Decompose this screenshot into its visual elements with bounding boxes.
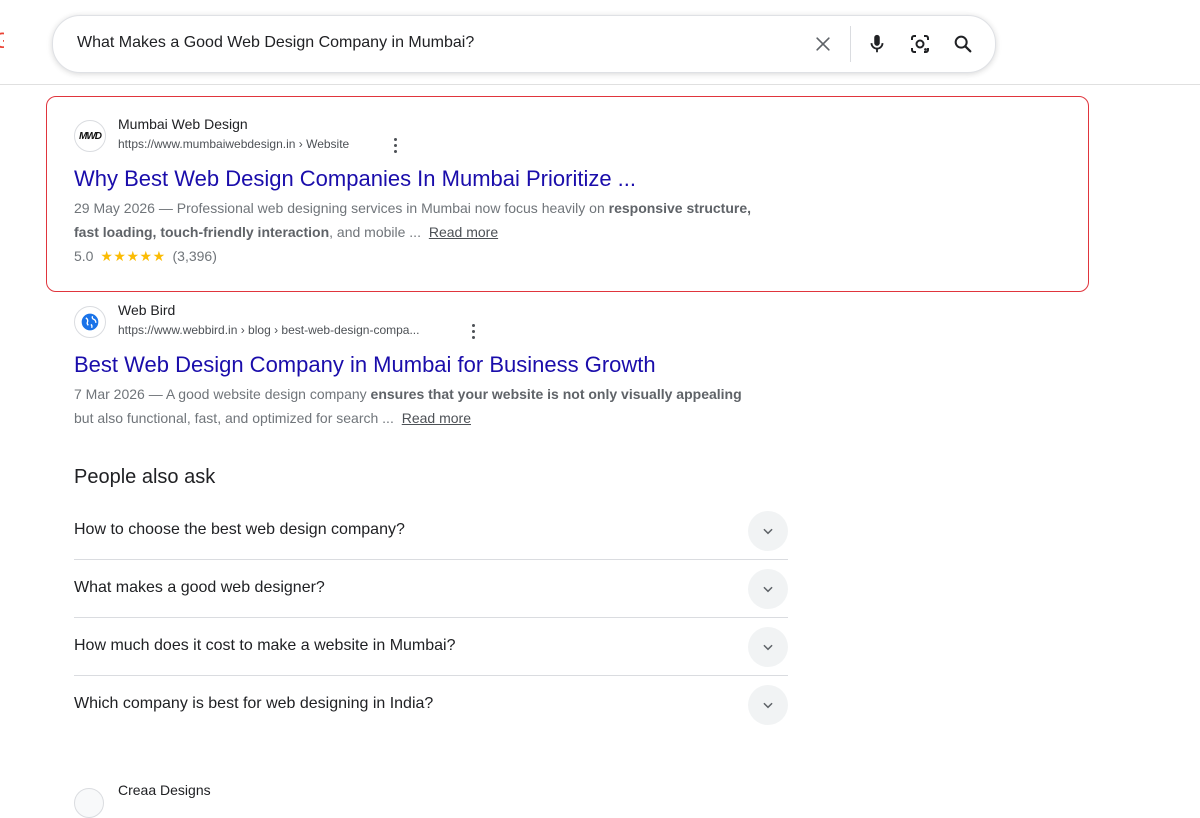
- result-source[interactable]: Web Bird https://www.webbird.in › blog ›…: [74, 302, 754, 342]
- close-icon[interactable]: [809, 30, 837, 58]
- snippet-text: , and mobile ...: [329, 224, 421, 240]
- chevron-down-icon[interactable]: [748, 685, 788, 725]
- site-url: https://www.mumbaiwebdesign.in › Website: [118, 137, 350, 151]
- result-snippet: 29 May 2026 — Professional web designing…: [74, 200, 752, 240]
- result-date: 29 May 2026: [74, 200, 155, 216]
- rating-value: 5.0: [74, 248, 94, 264]
- question-item[interactable]: What makes a good web designer?: [74, 560, 788, 618]
- question-text: Which company is best for web designing …: [74, 695, 434, 712]
- snippet-text: Professional web designing services in M…: [176, 200, 609, 216]
- site-name: Web Bird: [118, 302, 176, 318]
- search-result: Web Bird https://www.webbird.in › blog ›…: [74, 302, 754, 430]
- star-rating-icon: ★★★★★: [100, 248, 166, 264]
- search-icon[interactable]: [949, 30, 977, 58]
- chevron-down-icon[interactable]: [748, 511, 788, 551]
- result-source[interactable]: MWD Mumbai Web Design https://www.mumbai…: [74, 116, 754, 156]
- result-title-link[interactable]: Why Best Web Design Companies In Mumbai …: [74, 165, 754, 193]
- globe-icon: [74, 306, 106, 338]
- result-title-link[interactable]: Best Web Design Company in Mumbai for Bu…: [74, 351, 754, 379]
- top-bar: G What Makes a Good Web Design Company i…: [0, 0, 1200, 85]
- question-item[interactable]: Which company is best for web designing …: [74, 676, 788, 733]
- microphone-icon[interactable]: [863, 30, 891, 58]
- camera-lens-icon[interactable]: [906, 30, 934, 58]
- more-vert-icon[interactable]: [467, 322, 479, 340]
- result-snippet: 7 Mar 2026 — A good website design compa…: [74, 386, 742, 426]
- search-divider: [850, 26, 851, 62]
- question-item[interactable]: How to choose the best web design compan…: [74, 502, 788, 560]
- question-text: How to choose the best web design compan…: [74, 521, 405, 538]
- snippet-text: A good website design company: [165, 386, 371, 402]
- read-more-link[interactable]: Read more: [402, 410, 471, 426]
- favicon-logo-text: MWD: [79, 130, 102, 142]
- people-also-ask-list: How to choose the best web design compan…: [74, 502, 788, 733]
- google-logo[interactable]: G: [0, 30, 4, 52]
- snippet-text: but also functional, fast, and optimized…: [74, 410, 394, 426]
- site-favicon: MWD: [74, 120, 106, 152]
- question-text: What makes a good web designer?: [74, 579, 325, 596]
- question-text: How much does it cost to make a website …: [74, 637, 456, 654]
- search-result: MWD Mumbai Web Design https://www.mumbai…: [74, 116, 754, 268]
- site-favicon: [74, 788, 104, 818]
- more-vert-icon[interactable]: [389, 136, 401, 154]
- result-date: 7 Mar 2026: [74, 386, 145, 402]
- people-also-ask-heading: People also ask: [74, 466, 216, 488]
- question-item[interactable]: How much does it cost to make a website …: [74, 618, 788, 676]
- chevron-down-icon[interactable]: [748, 569, 788, 609]
- site-name: Mumbai Web Design: [118, 116, 248, 132]
- site-url: https://www.webbird.in › blog › best-web…: [118, 323, 420, 337]
- read-more-link[interactable]: Read more: [429, 224, 498, 240]
- search-box[interactable]: What Makes a Good Web Design Company in …: [52, 15, 996, 73]
- review-count: (3,396): [172, 248, 217, 264]
- snippet-highlight: ensures that your website is not only vi…: [370, 386, 742, 402]
- chevron-down-icon[interactable]: [748, 627, 788, 667]
- rating: 5.0 ★★★★★ (3,396): [74, 244, 754, 268]
- site-name[interactable]: Creaa Designs: [118, 782, 211, 798]
- search-input[interactable]: What Makes a Good Web Design Company in …: [77, 34, 474, 52]
